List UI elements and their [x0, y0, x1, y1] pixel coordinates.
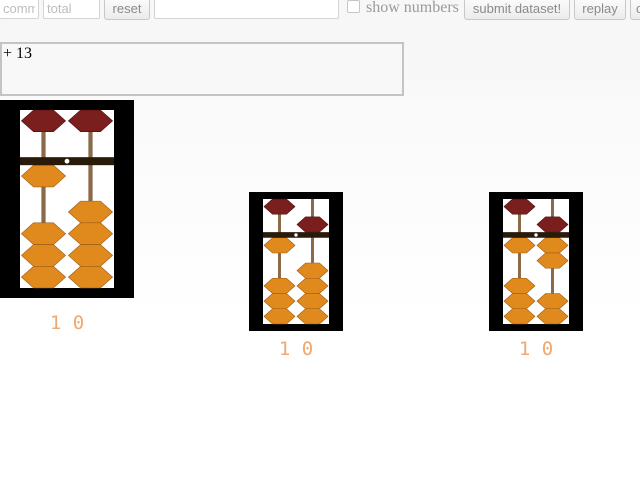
target-abacus-2-drawing — [503, 198, 569, 325]
target-abacus-1-drawing — [263, 198, 329, 325]
reset-button[interactable]: reset — [104, 0, 150, 20]
total-input[interactable] — [43, 0, 100, 19]
user-abacus[interactable] — [0, 100, 134, 298]
beam-dot — [534, 233, 538, 237]
show-numbers-checkbox[interactable] — [347, 0, 360, 13]
answer-field[interactable] — [154, 0, 339, 19]
submit-dataset-button[interactable]: submit dataset! — [464, 0, 570, 20]
target-abacus-1-value: 1 0 — [278, 338, 314, 360]
user-abacus-drawing — [20, 109, 114, 289]
beam-dot — [64, 158, 70, 164]
target-abacus-2-value: 1 0 — [518, 338, 554, 360]
beam-dot — [294, 233, 298, 237]
expression-display: + 13 — [0, 42, 404, 96]
target-abacus-1 — [249, 192, 343, 331]
comment-input[interactable] — [0, 0, 39, 19]
user-abacus-value: 1 0 — [49, 312, 85, 334]
toolbar: reset show numbers submit dataset! repla… — [0, 0, 640, 22]
target-abacus-2 — [489, 192, 583, 331]
show-numbers-label: show numbers — [366, 0, 459, 16]
replay-button[interactable]: replay — [574, 0, 626, 20]
extra-button[interactable]: c — [630, 0, 640, 20]
